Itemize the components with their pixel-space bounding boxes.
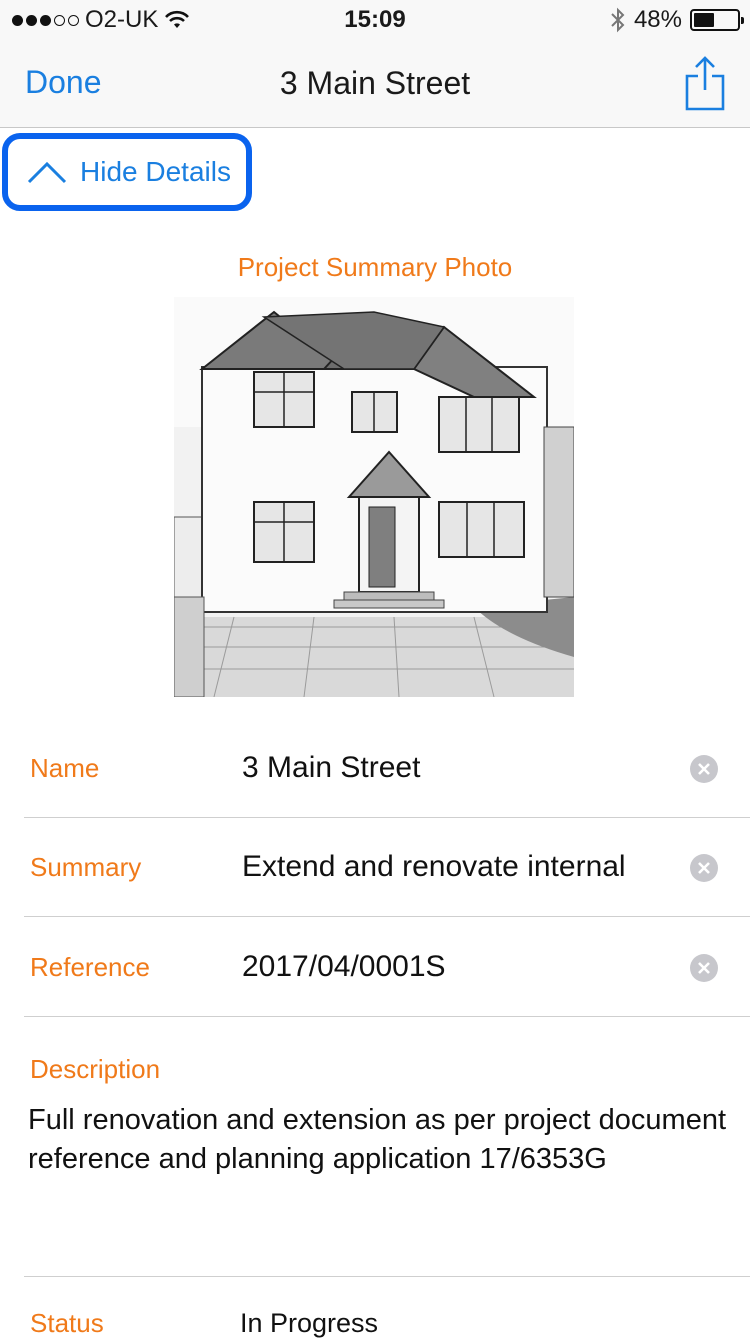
status-right-group: 48% [610, 6, 744, 34]
field-label-name: Name [30, 752, 100, 783]
status-label: Status [30, 1308, 104, 1338]
chevron-up-icon [27, 161, 67, 184]
field-row-summary: Summary Extend and renovate internal [24, 817, 750, 917]
summary-input[interactable]: Extend and renovate internal [242, 817, 682, 917]
navigation-bar: Done 3 Main Street [0, 40, 750, 128]
battery-fill [694, 13, 715, 27]
bluetooth-icon [611, 7, 625, 33]
status-bar: O2-UK 15:09 48% [0, 0, 750, 40]
description-label: Description [30, 1054, 161, 1084]
page-title: 3 Main Street [279, 65, 471, 101]
hide-details-button[interactable]: Hide Details [2, 133, 252, 211]
description-textarea[interactable]: Full renovation and extension as per pro… [28, 1101, 728, 1179]
field-row-name: Name 3 Main Street [24, 718, 750, 818]
battery-icon [690, 9, 744, 31]
reference-input[interactable]: 2017/04/0001S [242, 917, 682, 1017]
project-summary-photo[interactable] [174, 297, 574, 697]
field-label-reference: Reference [30, 951, 150, 982]
status-value[interactable]: In Progress [240, 1308, 378, 1339]
field-label-summary: Summary [30, 851, 142, 882]
field-row-reference: Reference 2017/04/0001S [24, 917, 750, 1017]
battery-percent: 48% [633, 6, 682, 33]
hide-details-label: Hide Details [80, 156, 231, 187]
clear-icon[interactable] [690, 954, 718, 982]
name-input[interactable]: 3 Main Street [242, 718, 682, 818]
clear-icon[interactable] [690, 755, 718, 783]
share-icon[interactable] [684, 54, 726, 112]
divider [24, 1276, 750, 1277]
photo-label: Project Summary Photo [237, 252, 513, 282]
clear-icon[interactable] [690, 854, 718, 882]
